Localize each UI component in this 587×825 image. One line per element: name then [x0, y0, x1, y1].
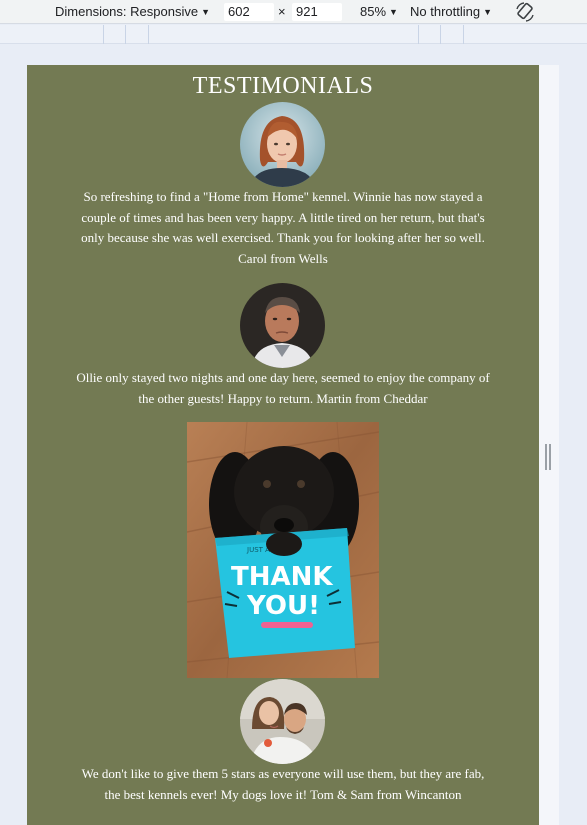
device-toolbar: Dimensions: Responsive ▼ 602 × 921 85% ▼ N… — [0, 0, 587, 24]
testimonial-line: the best kennels ever! My dogs love it! … — [104, 786, 462, 802]
zoom-dropdown[interactable]: 85% ▼ — [360, 4, 398, 20]
testimonial-author: Carol from Wells — [238, 250, 328, 266]
page-viewport: TESTIMONIALS So refreshing to find a "Ho… — [27, 65, 539, 825]
testimonial-tom-sam: We don't like to give them 5 stars as ev… — [27, 764, 539, 805]
dimensions-label: Dimensions: Responsive — [55, 4, 199, 19]
rotate-icon[interactable] — [514, 1, 536, 23]
media-query-ruler — [0, 25, 587, 44]
testimonial-martin: Ollie only stayed two nights and one day… — [27, 368, 539, 409]
dropdown-caret-icon: ▼ — [483, 7, 493, 17]
avatar-martin — [240, 283, 325, 368]
dropdown-caret-icon: ▼ — [201, 7, 210, 17]
testimonial-line: the other guests! Happy to return. Marti… — [138, 390, 428, 406]
dimensions-dropdown[interactable]: Dimensions: Responsive ▼ — [55, 4, 210, 20]
card-you-text: YOU! — [246, 591, 320, 621]
width-input[interactable]: 602 — [224, 3, 274, 21]
throttling-label: No throttling — [410, 4, 481, 19]
times-sign: × — [278, 4, 286, 19]
zoom-label: 85% — [360, 4, 387, 19]
testimonial-line: We don't like to give them 5 stars as ev… — [81, 766, 485, 781]
dog-thank-you-photo: JUST A LITTLE THANK YOU! — [187, 422, 379, 678]
testimonial-carol: So refreshing to find a "Home from Home"… — [27, 187, 539, 269]
card-thank-text: THANK — [231, 562, 333, 592]
page-title: TESTIMONIALS — [192, 73, 374, 99]
testimonial-line: only because she was well exercised. Tha… — [81, 230, 485, 245]
avatar-tom-sam — [240, 679, 325, 764]
testimonial-line: couple of times and has been very happy.… — [81, 209, 485, 225]
dropdown-caret-icon: ▼ — [389, 7, 398, 17]
testimonial-line: So refreshing to find a "Home from Home"… — [83, 189, 483, 204]
height-input[interactable]: 921 — [292, 3, 342, 21]
throttling-dropdown[interactable]: No throttling ▼ — [410, 4, 492, 20]
avatar-carol — [240, 102, 325, 187]
testimonial-line: Ollie only stayed two nights and one day… — [76, 370, 490, 385]
resize-handle-icon[interactable] — [545, 444, 552, 470]
